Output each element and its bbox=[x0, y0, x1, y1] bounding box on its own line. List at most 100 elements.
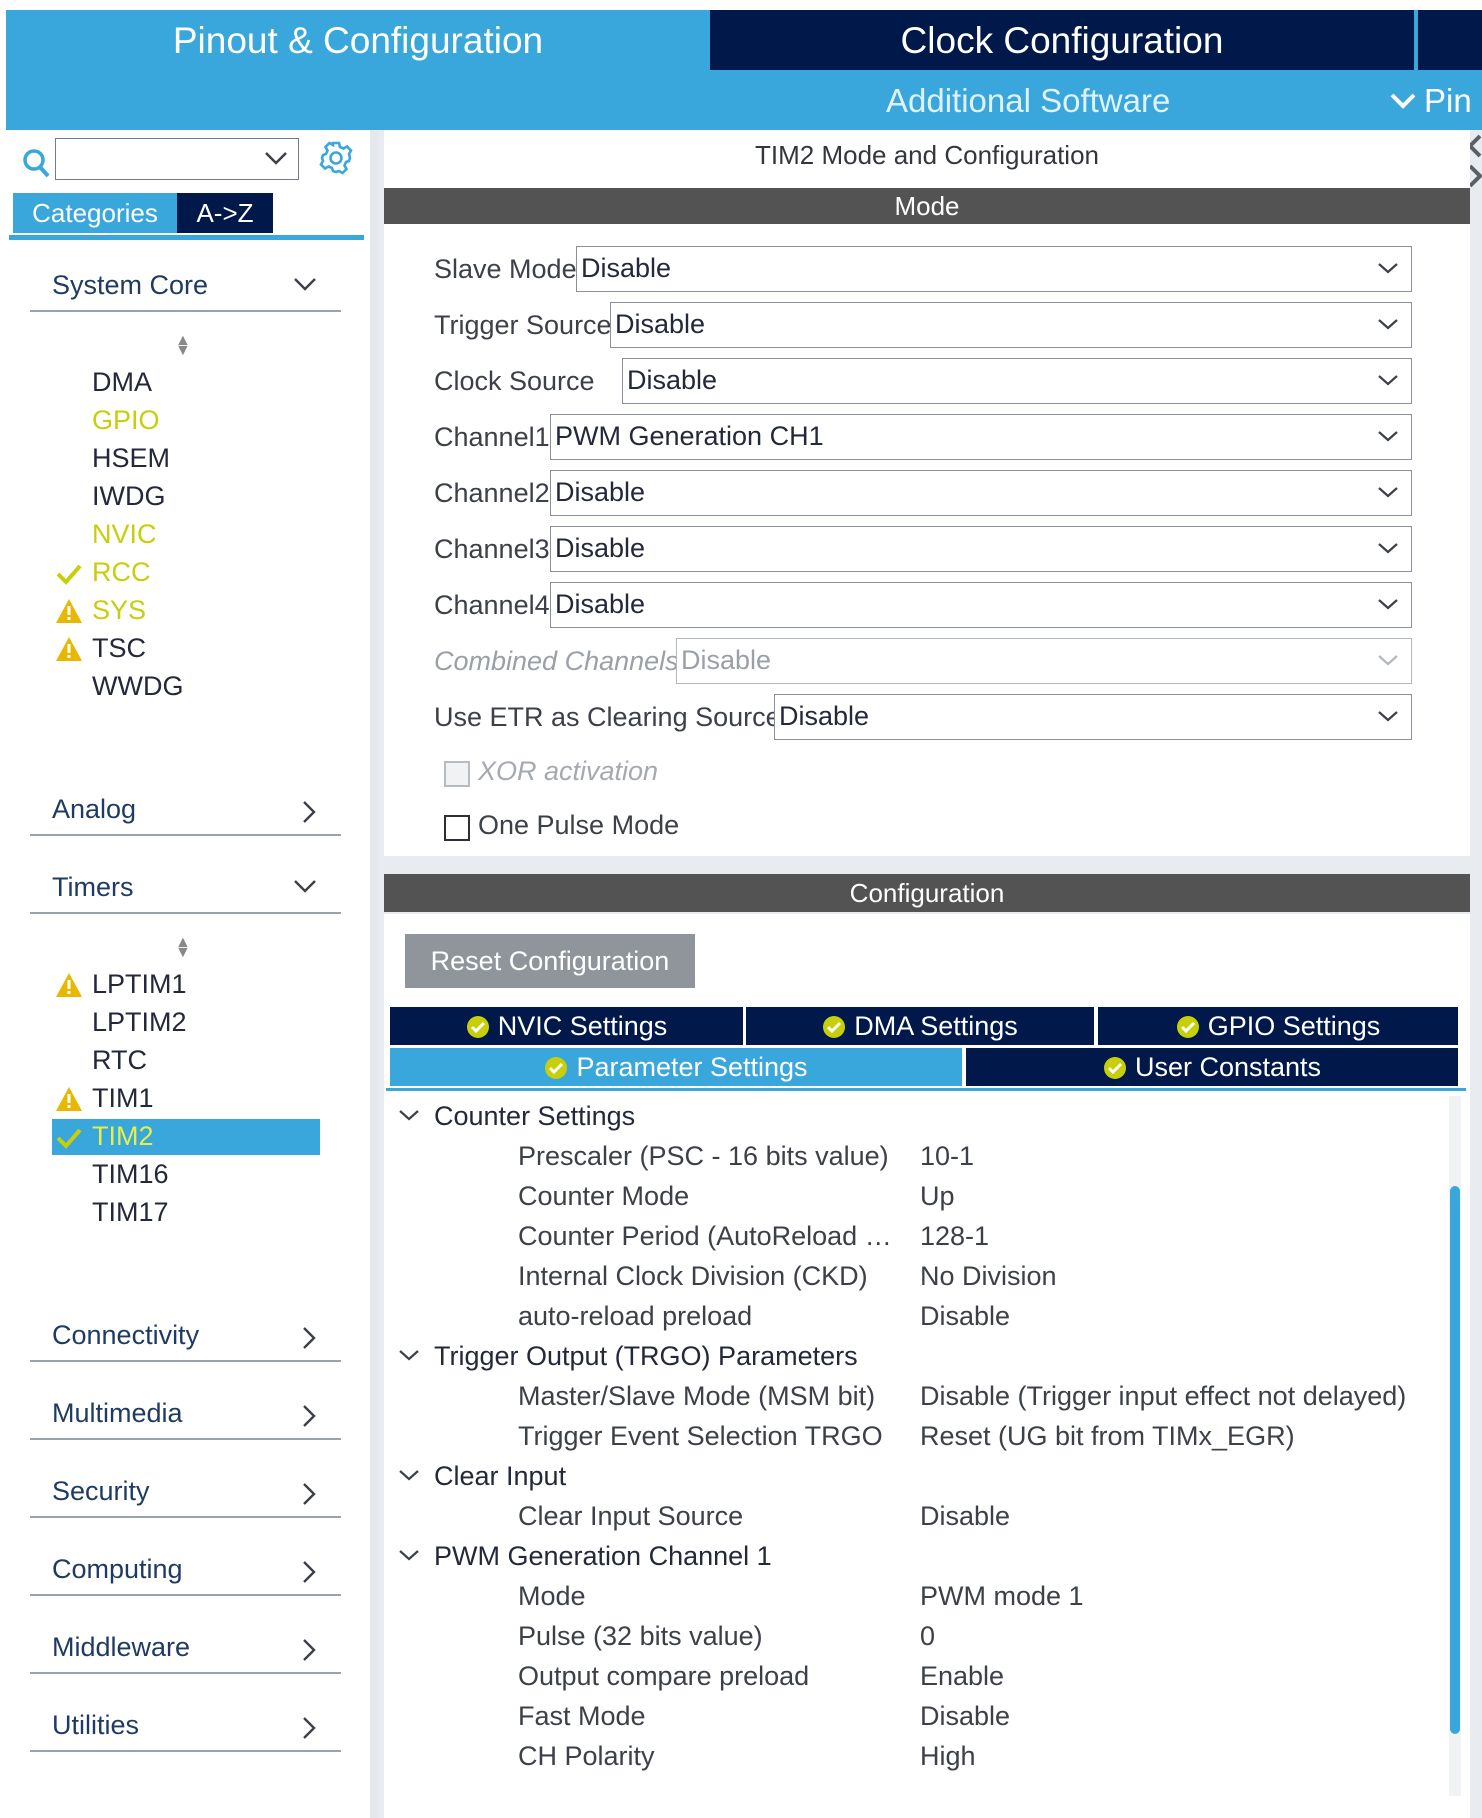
param-value[interactable]: Reset (UG bit from TIMx_EGR) bbox=[920, 1421, 1295, 1452]
sidebar-item-lptim1[interactable]: LPTIM1 bbox=[92, 966, 187, 1002]
sidebar-item-wwdg[interactable]: WWDG bbox=[92, 668, 183, 704]
tab-parameter-settings[interactable]: Parameter Settings bbox=[390, 1048, 962, 1086]
sort-icon[interactable]: ▲ ▼ bbox=[175, 333, 191, 359]
scrollbar-thumb[interactable] bbox=[1450, 1186, 1460, 1734]
sidebar-item-tim2[interactable]: TIM2 bbox=[92, 1118, 154, 1154]
chevron-down-icon[interactable] bbox=[398, 1468, 420, 1482]
category-middleware[interactable]: Middleware bbox=[30, 1628, 341, 1674]
category-analog[interactable]: Analog bbox=[30, 790, 341, 836]
tab-gpio-settings[interactable]: GPIO Settings bbox=[1098, 1007, 1458, 1045]
sort-icon[interactable]: ▲ ▼ bbox=[175, 935, 191, 961]
warning-icon bbox=[56, 599, 82, 623]
category-computing[interactable]: Computing bbox=[30, 1550, 341, 1596]
tab-clock-configuration[interactable]: Clock Configuration bbox=[710, 10, 1414, 70]
sidebar-item-iwdg[interactable]: IWDG bbox=[92, 478, 166, 514]
sidebar-item-hsem[interactable]: HSEM bbox=[92, 440, 170, 476]
one-pulse-mode-checkbox[interactable] bbox=[444, 815, 470, 841]
check-circle-icon bbox=[1176, 1016, 1199, 1038]
tab-nvic-settings[interactable]: NVIC Settings bbox=[390, 1007, 743, 1045]
category-connectivity[interactable]: Connectivity bbox=[30, 1316, 341, 1362]
param-value[interactable]: 0 bbox=[920, 1621, 935, 1652]
chevron-right-icon bbox=[303, 801, 316, 823]
category-label: Connectivity bbox=[52, 1320, 200, 1350]
pinout-menu[interactable]: Pin bbox=[1390, 74, 1472, 130]
sidebar-item-tim1[interactable]: TIM1 bbox=[92, 1080, 154, 1116]
sidebar-item-lptim2[interactable]: LPTIM2 bbox=[92, 1004, 187, 1040]
category-security[interactable]: Security bbox=[30, 1472, 341, 1518]
clock-source-select[interactable]: Disable bbox=[622, 358, 1412, 404]
search-icon[interactable] bbox=[22, 148, 50, 178]
group-counter-settings[interactable]: Counter Settings bbox=[434, 1101, 635, 1132]
sidebar-item-rtc[interactable]: RTC bbox=[92, 1042, 147, 1078]
check-circle-icon bbox=[1103, 1057, 1126, 1079]
group-clear-input[interactable]: Clear Input bbox=[434, 1461, 566, 1492]
chevron-down-icon bbox=[1378, 263, 1398, 274]
param-label: Internal Clock Division (CKD) bbox=[518, 1261, 868, 1291]
group-pwm-channel-1[interactable]: PWM Generation Channel 1 bbox=[434, 1541, 772, 1572]
select-value: Disable bbox=[555, 589, 646, 619]
slave-mode-select[interactable]: Disable bbox=[576, 246, 1412, 292]
channel2-select[interactable]: Disable bbox=[550, 470, 1412, 516]
combined-channels-select[interactable]: Disable bbox=[676, 638, 1412, 684]
channel4-select[interactable]: Disable bbox=[550, 582, 1412, 628]
sidebar-item-tim16[interactable]: TIM16 bbox=[92, 1156, 169, 1192]
param-value[interactable]: High bbox=[920, 1741, 976, 1772]
check-circle-icon bbox=[466, 1016, 489, 1038]
tab-underline bbox=[9, 235, 364, 240]
sidebar-item-rcc[interactable]: RCC bbox=[92, 554, 151, 590]
param-value[interactable]: Disable bbox=[920, 1301, 1010, 1332]
select-value: PWM Generation CH1 bbox=[555, 421, 824, 451]
channel3-select[interactable]: Disable bbox=[550, 526, 1412, 572]
sidebar-item-tsc[interactable]: TSC bbox=[92, 630, 146, 666]
param-value[interactable]: PWM mode 1 bbox=[920, 1581, 1084, 1612]
param-value[interactable]: No Division bbox=[920, 1261, 1057, 1292]
param-label: Master/Slave Mode (MSM bit) bbox=[518, 1381, 876, 1411]
param-value[interactable]: Enable bbox=[920, 1661, 1004, 1692]
tab-additional-software[interactable]: Additional Software bbox=[886, 74, 1170, 130]
param-label: Output compare preload bbox=[518, 1661, 810, 1691]
trigger-source-select[interactable]: Disable bbox=[610, 302, 1412, 348]
chevron-down-icon bbox=[1378, 599, 1398, 610]
tab-label: NVIC Settings bbox=[497, 1011, 668, 1041]
sidebar-item-dma[interactable]: DMA bbox=[92, 364, 152, 400]
sidebar-item-sys[interactable]: SYS bbox=[92, 592, 146, 628]
param-value[interactable]: Up bbox=[920, 1181, 955, 1212]
tab-user-constants[interactable]: User Constants bbox=[966, 1048, 1458, 1086]
etr-clearing-select[interactable]: Disable bbox=[774, 694, 1412, 740]
param-value[interactable]: Disable bbox=[920, 1501, 1010, 1532]
chevron-down-icon[interactable] bbox=[398, 1108, 420, 1122]
category-utilities[interactable]: Utilities bbox=[30, 1706, 341, 1752]
search-input[interactable] bbox=[55, 138, 299, 180]
reset-configuration-button[interactable]: Reset Configuration bbox=[405, 934, 695, 988]
chevron-down-icon[interactable] bbox=[398, 1348, 420, 1362]
xor-activation-checkbox[interactable] bbox=[444, 761, 470, 787]
category-label: Analog bbox=[52, 794, 137, 824]
tab-pinout-configuration[interactable]: Pinout & Configuration bbox=[6, 10, 710, 70]
category-label: Computing bbox=[52, 1554, 183, 1584]
select-value: Disable bbox=[627, 365, 718, 395]
param-value[interactable]: Disable bbox=[920, 1701, 1010, 1732]
param-value[interactable]: Disable (Trigger input effect not delaye… bbox=[920, 1381, 1406, 1412]
active-tab-underline bbox=[386, 1088, 1466, 1091]
chevron-down-icon[interactable] bbox=[398, 1548, 420, 1562]
trigger-source-label: Trigger Source bbox=[434, 310, 612, 340]
sidebar-item-tim17[interactable]: TIM17 bbox=[92, 1194, 169, 1230]
category-label: Utilities bbox=[52, 1710, 140, 1740]
category-system-core[interactable]: System Core bbox=[30, 266, 341, 312]
tab-dma-settings[interactable]: DMA Settings bbox=[746, 1007, 1094, 1045]
channel1-select[interactable]: PWM Generation CH1 bbox=[550, 414, 1412, 460]
param-value[interactable]: 10-1 bbox=[920, 1141, 974, 1172]
category-multimedia[interactable]: Multimedia bbox=[30, 1394, 341, 1440]
group-trigger-output[interactable]: Trigger Output (TRGO) Parameters bbox=[434, 1341, 858, 1372]
chevron-down-icon[interactable] bbox=[264, 148, 288, 168]
param-label: Counter Period (AutoReload Re... bbox=[518, 1221, 908, 1251]
chevron-down-icon bbox=[294, 278, 316, 291]
category-timers[interactable]: Timers bbox=[30, 868, 341, 914]
tab-overflow[interactable] bbox=[1418, 10, 1482, 70]
sidebar-item-gpio[interactable]: GPIO bbox=[92, 402, 160, 438]
sidebar-item-nvic[interactable]: NVIC bbox=[92, 516, 157, 552]
param-value[interactable]: 128-1 bbox=[920, 1221, 989, 1252]
tab-a-z[interactable]: A->Z bbox=[177, 193, 273, 233]
gear-icon[interactable] bbox=[318, 140, 354, 176]
tab-categories[interactable]: Categories bbox=[13, 193, 177, 233]
